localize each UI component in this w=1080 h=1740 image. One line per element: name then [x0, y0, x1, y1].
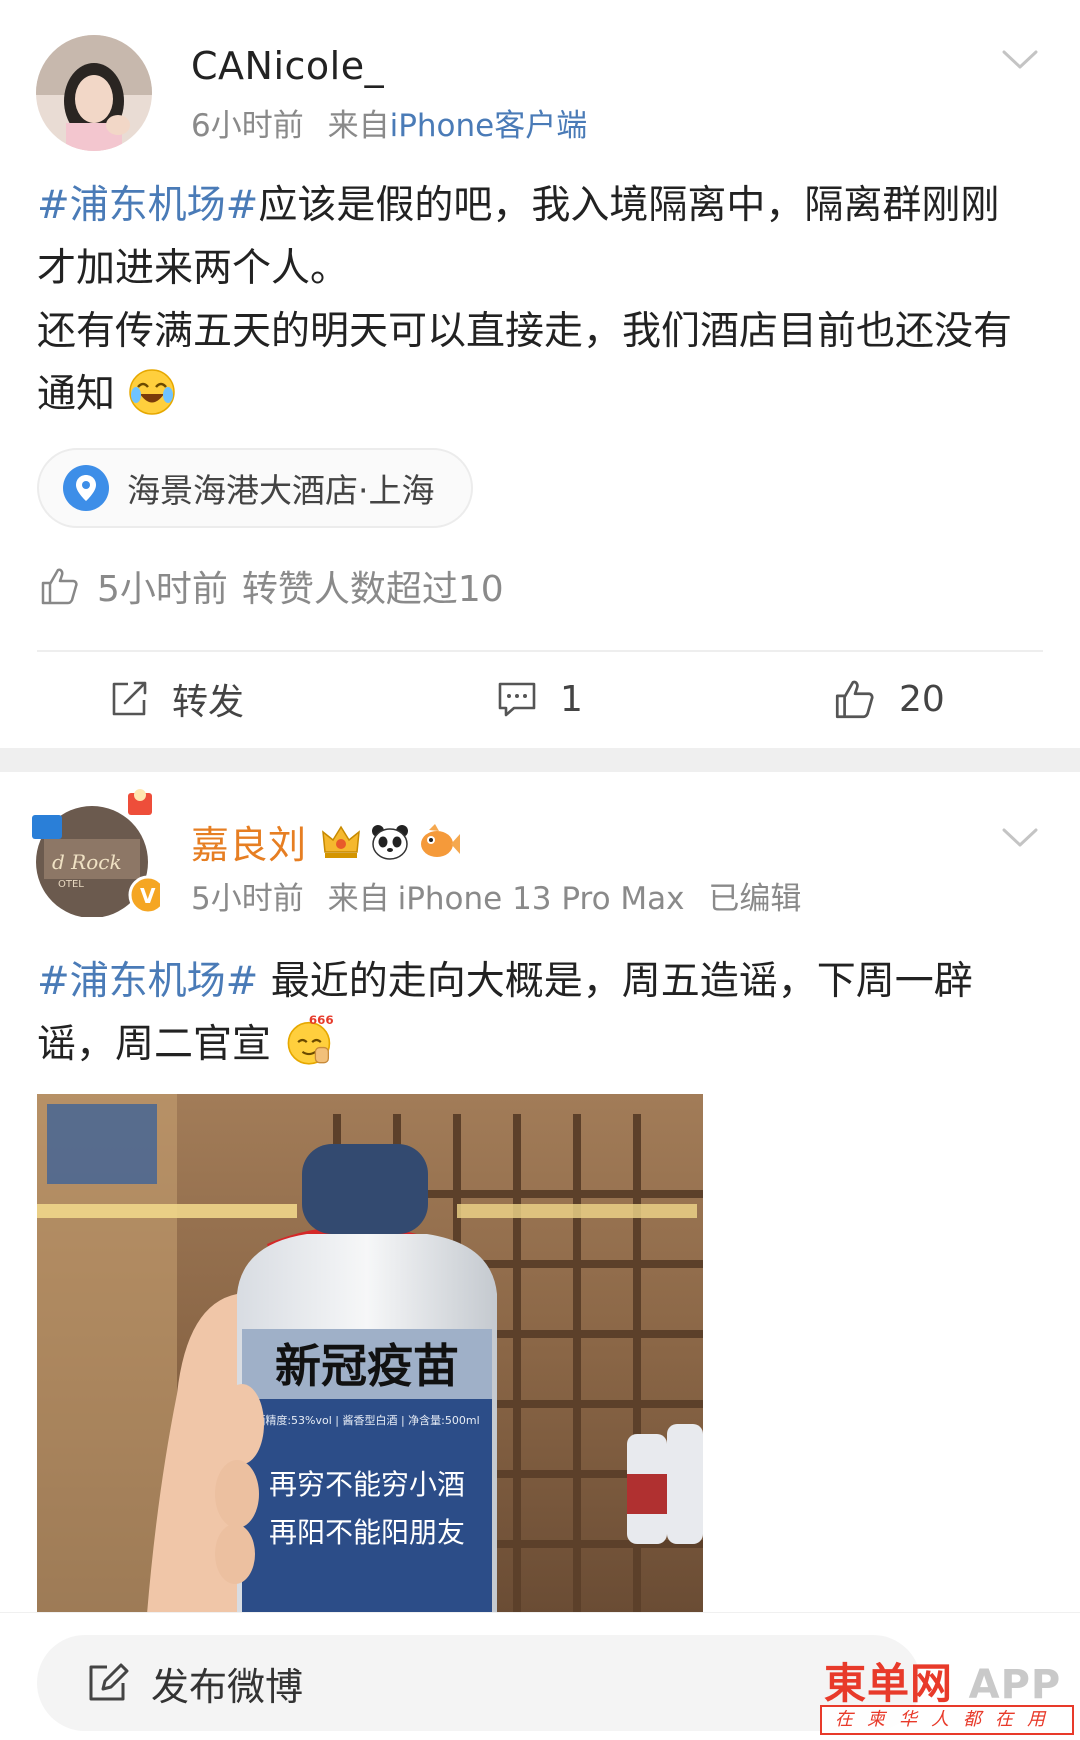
username[interactable]: 嘉良刘: [191, 814, 461, 869]
watermark-tagline: 在柬华人都在用: [820, 1705, 1074, 1735]
summary-time: 5小时前: [97, 569, 228, 610]
feed-separator: [0, 748, 1080, 772]
chevron-down-icon[interactable]: [1000, 48, 1040, 72]
bottle-spec: 酒精度:53%vol | 酱香型白酒 | 净含量:500ml: [254, 1413, 479, 1427]
post-text: #浦东机场# 最近的走向大概是，周五造谣，下周一辟谣，周二官宣 666: [37, 950, 1037, 1076]
repost-icon: [112, 681, 147, 716]
repost-button[interactable]: 转发: [108, 660, 244, 738]
panda-badge-icon: [371, 824, 408, 860]
bottle-title: 新冠疫苗: [275, 1339, 459, 1393]
repost-like-summary: 5小时前 转赞人数超过10: [37, 560, 518, 612]
post-card[interactable]: CANicole_ 6小时前 来自iPhone客户端 #浦东机场#应该是假的吧，…: [0, 0, 1080, 748]
like-button[interactable]: 20: [831, 660, 945, 738]
post-text: #浦东机场#应该是假的吧，我入境隔离中，隔离群刚刚才加进来两个人。 还有传满五天…: [37, 174, 1037, 426]
watermark-logo: 東单网 APP 在柬华人都在用: [820, 1650, 1076, 1738]
source-link[interactable]: iPhone客户端: [390, 108, 588, 144]
compose-label: 发布微博: [151, 1664, 304, 1709]
source-prefix: 来自: [327, 108, 390, 144]
topic-link[interactable]: #浦东机场#: [37, 183, 258, 228]
post-meta: 5小时前 来自 iPhone 13 Pro Max 已编辑: [191, 873, 815, 918]
topic-link[interactable]: #浦东机场#: [37, 959, 258, 1004]
post-card[interactable]: d Rock OTEL V 嘉良刘 5小时前 来自 iPhone 13 Pro …: [0, 772, 1080, 1614]
laughing-crying-icon: [129, 369, 176, 415]
repost-label: 转发: [172, 682, 245, 723]
source-prefix: 来自: [327, 881, 390, 917]
watermark-app-text: APP: [968, 1662, 1062, 1708]
svg-text:d Rock: d Rock: [52, 850, 122, 874]
comment-icon: [498, 682, 536, 717]
edit-icon: [89, 1663, 129, 1701]
avatar[interactable]: d Rock OTEL V: [32, 789, 160, 917]
svg-text:OTEL: OTEL: [58, 879, 84, 890]
avatar[interactable]: [36, 35, 152, 151]
username-text: 嘉良刘: [191, 823, 307, 867]
post-meta: 6小时前 来自iPhone客户端: [191, 100, 601, 145]
post-time: 6小时前: [191, 108, 304, 144]
thumbs-up-icon: [41, 568, 78, 605]
compose-button[interactable]: 发布微博: [37, 1635, 921, 1731]
watermark-brand: 東单网 APP: [824, 1650, 1061, 1711]
bottle-slogan: 再穷不能穷小酒: [269, 1468, 465, 1501]
666-thumb-icon: 666: [288, 1013, 334, 1065]
location-pin-icon: [63, 465, 109, 511]
post-image[interactable]: 新冠疫苗 酒精度:53%vol | 酱香型白酒 | 净含量:500ml 再穷不能…: [37, 1094, 703, 1614]
thumbs-up-icon: [835, 680, 874, 719]
crown-badge-icon: [321, 825, 360, 858]
watermark-brand-text: 東单网: [824, 1659, 954, 1708]
post-time: 5小时前: [191, 881, 304, 917]
post-text-line: 还有传满五天的明天可以直接走，我们酒店目前也还没有通知: [37, 309, 1013, 417]
chevron-down-icon[interactable]: [1000, 826, 1040, 850]
location-tag[interactable]: 海景海港大酒店·上海: [37, 448, 473, 528]
action-bar: 转发 1 20: [0, 660, 1080, 738]
comment-button[interactable]: 1: [496, 660, 583, 738]
svg-text:666: 666: [309, 1013, 334, 1027]
comment-count: 1: [560, 678, 583, 720]
edited-label: 已编辑: [708, 881, 802, 917]
bottle-slogan: 再阳不能阳朋友: [269, 1516, 465, 1549]
divider: [37, 650, 1043, 652]
summary-text: 转赞人数超过10: [241, 569, 504, 610]
username[interactable]: CANicole_: [191, 44, 384, 88]
fish-badge-icon: [420, 823, 460, 857]
source-text: iPhone 13 Pro Max: [397, 881, 685, 917]
svg-text:V: V: [140, 884, 156, 908]
like-count: 20: [899, 678, 945, 720]
location-label: 海景海港大酒店·上海: [127, 471, 435, 510]
